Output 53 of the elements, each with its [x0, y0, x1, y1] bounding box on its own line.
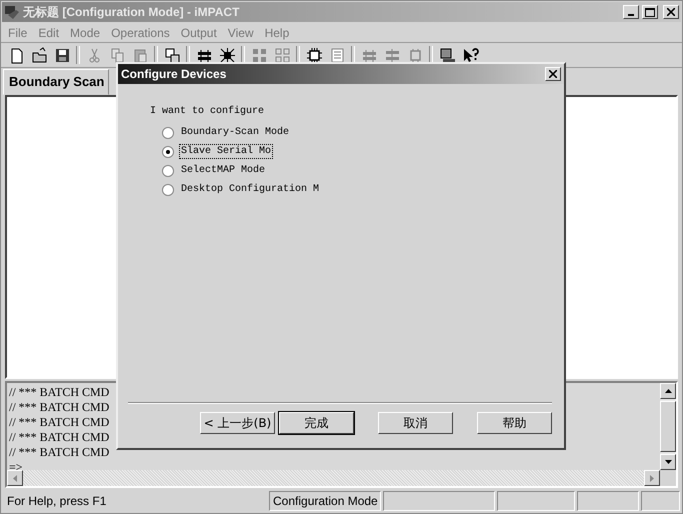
scroll-down-button[interactable] [660, 454, 676, 470]
status-mode: Configuration Mode [269, 491, 381, 511]
scroll-right-button[interactable] [644, 470, 660, 486]
status-pane [641, 491, 680, 511]
scroll-thumb[interactable] [660, 401, 676, 452]
radio-button[interactable] [162, 184, 174, 196]
prompt-text: I want to configure [150, 106, 266, 117]
left-arrow-icon [13, 474, 17, 482]
maximize-button[interactable] [642, 5, 658, 19]
dialog-title: Configure Devices [121, 67, 228, 81]
option-label[interactable]: Slave Serial Mo [179, 144, 274, 159]
app-icon [4, 4, 20, 20]
scroll-left-button[interactable] [7, 470, 23, 486]
close-icon [667, 8, 675, 16]
copy-icon[interactable] [108, 46, 126, 64]
grid-outline-icon[interactable] [274, 46, 290, 64]
option-label[interactable]: Boundary-Scan Mode [179, 125, 292, 140]
right-arrow-icon [650, 474, 654, 482]
dialog-button[interactable]: < 上一步(B) [200, 412, 275, 434]
scroll-up-button[interactable] [660, 383, 676, 399]
radio-button[interactable] [162, 126, 174, 138]
log-line: // *** BATCH CMD [9, 385, 110, 400]
status-pane [577, 491, 639, 511]
radio-button[interactable] [162, 164, 174, 176]
dialog-button[interactable]: 帮助 [477, 412, 552, 434]
up-arrow-icon [664, 389, 672, 393]
radio-button[interactable] [162, 146, 174, 158]
log-line: // *** BATCH CMD [9, 400, 110, 415]
bus-icon[interactable] [384, 46, 400, 64]
window-title: 无标题 [Configuration Mode] - iMPACT [23, 4, 240, 20]
grid-icon[interactable] [250, 46, 268, 64]
computer-icon[interactable] [438, 46, 456, 64]
save-icon[interactable] [54, 46, 70, 64]
log-line: // *** BATCH CMD [9, 430, 110, 445]
dialog-button[interactable]: 完成 [279, 412, 354, 434]
log-line: => [9, 460, 23, 475]
list-icon[interactable] [328, 46, 346, 64]
option-label[interactable]: SelectMAP Mode [179, 163, 268, 178]
help-pointer-icon[interactable] [462, 46, 478, 64]
option-label[interactable]: Desktop Configuration M [179, 182, 322, 197]
open-folder-icon[interactable] [30, 46, 48, 64]
minimize-button[interactable] [623, 5, 639, 19]
dialog-button[interactable]: 取消 [378, 412, 453, 434]
close-icon [549, 70, 557, 78]
down-arrow-icon [664, 460, 672, 464]
close-button[interactable] [663, 5, 679, 19]
log-line: // *** BATCH CMD [9, 445, 110, 460]
paste-icon[interactable] [132, 46, 148, 64]
log-line: // *** BATCH CMD [9, 415, 110, 430]
maximize-icon [645, 8, 655, 16]
status-text: For Help, press F1 [6, 493, 108, 510]
tab[interactable]: Boundary Scan [3, 69, 110, 95]
close-button[interactable] [545, 67, 561, 81]
